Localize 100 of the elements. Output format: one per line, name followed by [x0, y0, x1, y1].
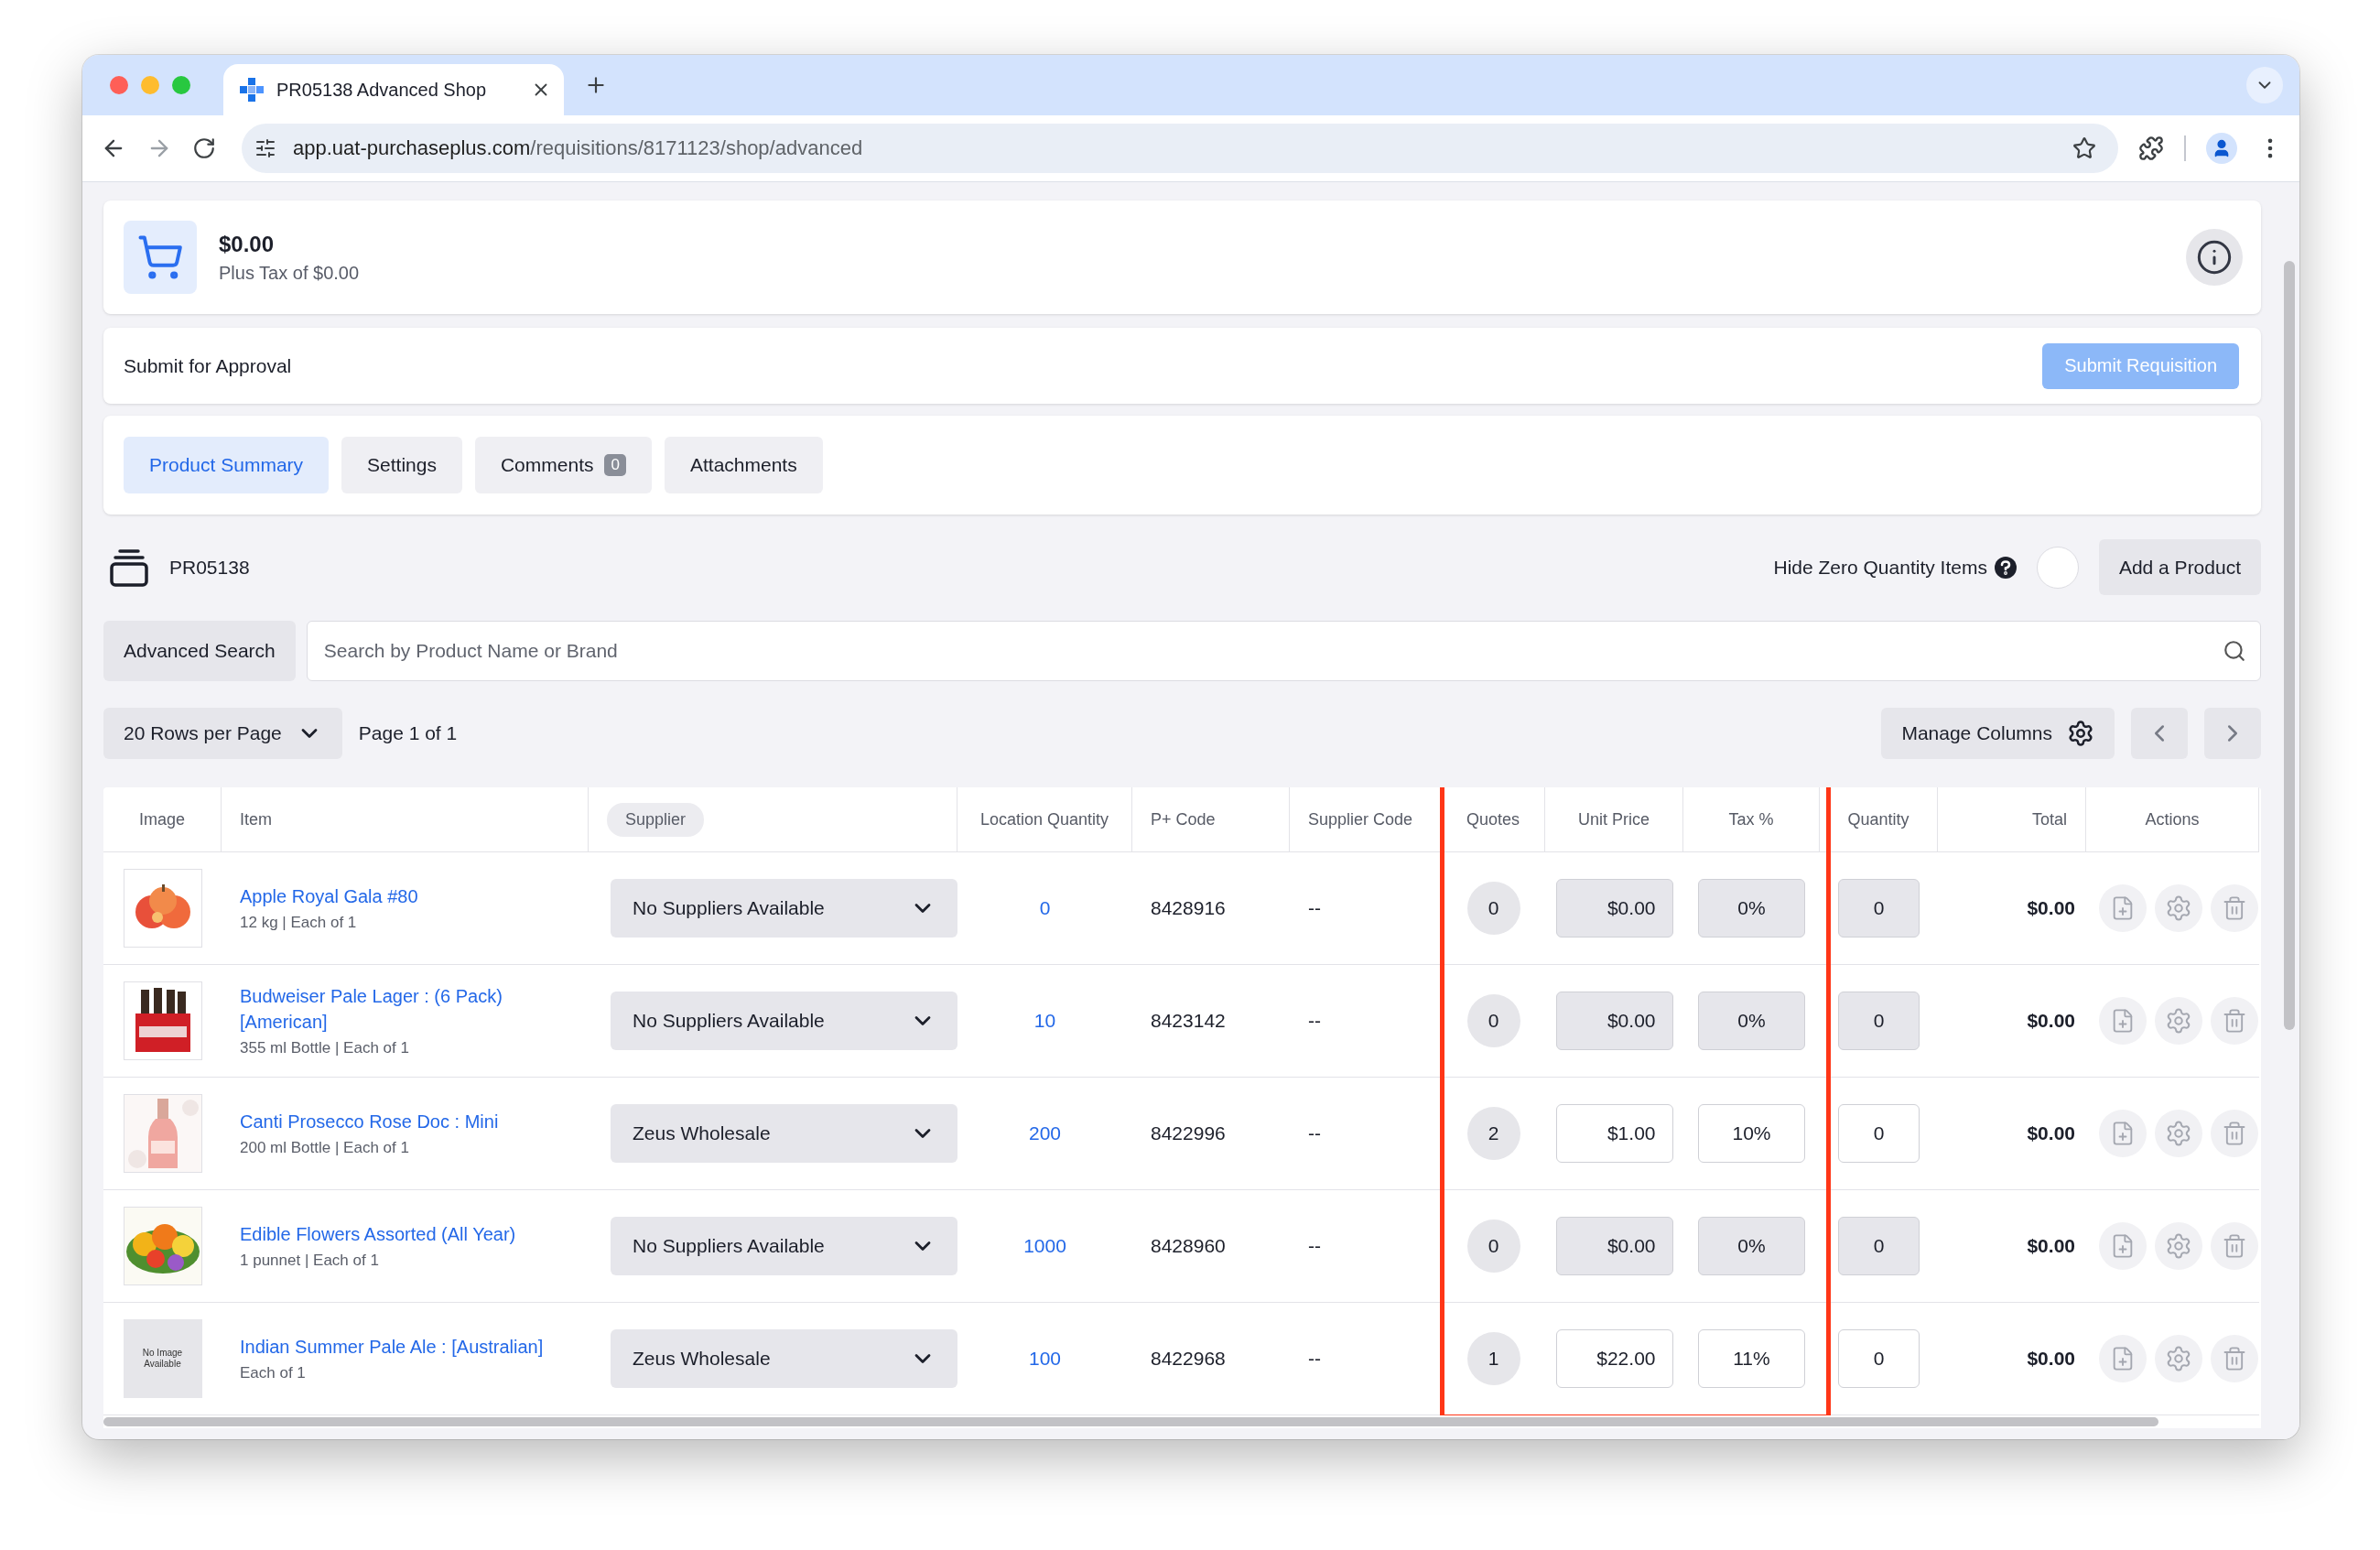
- requisition-number: PR05138: [169, 556, 250, 579]
- tab[interactable]: Settings: [341, 437, 462, 493]
- quotes-count[interactable]: 2: [1466, 1107, 1520, 1160]
- column-header: Image: [139, 809, 185, 829]
- column-header: Tax %: [1728, 809, 1774, 829]
- add-file-button[interactable]: [2099, 1110, 2147, 1157]
- quantity-field[interactable]: 0: [1838, 1104, 1920, 1163]
- settings-button[interactable]: [2155, 1222, 2202, 1270]
- approval-label: Submit for Approval: [124, 354, 292, 377]
- p-code: 8428916: [1151, 897, 1226, 919]
- quotes-count[interactable]: 1: [1466, 1332, 1520, 1385]
- line-total: $0.00: [2027, 897, 2075, 919]
- settings-button[interactable]: [2155, 1335, 2202, 1382]
- column-header: P+ Code: [1151, 809, 1216, 829]
- minimize-window-button[interactable]: [141, 76, 159, 94]
- cart-total: $0.00: [219, 231, 276, 257]
- location-quantity-link[interactable]: 100: [1028, 1348, 1061, 1370]
- product-detail: Each of 1: [240, 1363, 307, 1382]
- maximize-window-button[interactable]: [172, 76, 190, 94]
- browser-tab[interactable]: PR05138 Advanced Shop: [223, 64, 564, 115]
- settings-icon: [2165, 894, 2192, 922]
- add-file-button[interactable]: [2099, 1335, 2147, 1382]
- supplier-dropdown[interactable]: Zeus Wholesale: [611, 1104, 957, 1163]
- settings-icon: [2165, 1120, 2192, 1147]
- line-total: $0.00: [2027, 1122, 2075, 1144]
- supplier-code: --: [1308, 1348, 1321, 1370]
- search-icon: [2223, 639, 2246, 663]
- product-link[interactable]: Canti Prosecco Rose Doc : Mini: [240, 1110, 499, 1135]
- tab[interactable]: Comments 0: [474, 437, 652, 493]
- tab[interactable]: Product Summary: [124, 437, 330, 493]
- supplier-code: --: [1308, 1010, 1321, 1032]
- close-window-button[interactable]: [110, 76, 128, 94]
- add-product-button[interactable]: Add a Product: [2098, 539, 2261, 595]
- product-detail: 1 punnet | Each of 1: [240, 1251, 380, 1270]
- stack-icon: [109, 547, 149, 588]
- trash-icon: [2222, 895, 2247, 921]
- advanced-search-button[interactable]: Advanced Search: [103, 621, 296, 681]
- product-link[interactable]: Indian Summer Pale Ale : [Australian]: [240, 1335, 544, 1360]
- settings-button[interactable]: [2155, 997, 2202, 1045]
- tab[interactable]: Attachments: [664, 437, 823, 493]
- add-file-button[interactable]: [2099, 997, 2147, 1045]
- supplier-code: --: [1308, 1235, 1321, 1257]
- rows-per-page-dropdown[interactable]: 20 Rows per Page: [103, 708, 342, 759]
- tab-title: PR05138 Advanced Shop: [276, 79, 488, 101]
- column-header: Quotes: [1466, 809, 1520, 829]
- search-field[interactable]: Search by Product Name or Brand: [306, 621, 2261, 681]
- settings-button[interactable]: [2155, 884, 2202, 932]
- add-file-button[interactable]: [2099, 1222, 2147, 1270]
- column-header: Item: [240, 809, 272, 829]
- settings-icon: [2165, 1007, 2192, 1035]
- next-page-button[interactable]: [2204, 708, 2261, 759]
- url-text: app.uat-purchaseplus.com/requisitions/8171123/shop/advanced: [293, 136, 864, 160]
- reload-icon[interactable]: [192, 136, 216, 160]
- trash-icon: [2222, 1346, 2247, 1371]
- trash-icon: [2222, 1233, 2247, 1259]
- supplier-code: --: [1308, 1122, 1321, 1144]
- extensions-icon[interactable]: [2138, 135, 2164, 161]
- unit-price-field[interactable]: $1.00: [1555, 1104, 1673, 1163]
- vertical-scrollbar[interactable]: [2279, 182, 2299, 1439]
- quantity-field[interactable]: 0: [1838, 1329, 1920, 1388]
- p-code: 8428960: [1151, 1235, 1226, 1257]
- delete-button[interactable]: [2211, 1110, 2258, 1157]
- p-code: 8422968: [1151, 1348, 1226, 1370]
- product-detail: 12 kg | Each of 1: [240, 913, 358, 932]
- p-code: 8422996: [1151, 1122, 1226, 1144]
- address-bar[interactable]: app.uat-purchaseplus.com/requisitions/8171123/shop/advanced: [242, 124, 2118, 173]
- horizontal-scrollbar[interactable]: [103, 1415, 2261, 1428]
- line-total: $0.00: [2027, 1010, 2075, 1032]
- column-header: Quantity: [1847, 809, 1909, 829]
- product-detail: 355 ml Bottle | Each of 1: [240, 1038, 410, 1057]
- tab-list-icon[interactable]: [2246, 67, 2283, 103]
- location-quantity-link[interactable]: 200: [1028, 1122, 1061, 1144]
- previous-page-button[interactable]: [2131, 708, 2188, 759]
- supplier-dropdown[interactable]: Zeus Wholesale: [611, 1329, 957, 1388]
- page-indicator: Page 1 of 1: [358, 722, 458, 744]
- delete-button[interactable]: [2211, 884, 2258, 932]
- column-header[interactable]: Supplier: [607, 802, 705, 837]
- delete-button[interactable]: [2211, 1335, 2258, 1382]
- profile-icon[interactable]: [2206, 133, 2237, 164]
- product-detail: 200 ml Bottle | Each of 1: [240, 1138, 410, 1157]
- column-header: Unit Price: [1578, 809, 1650, 829]
- settings-button[interactable]: [2155, 1110, 2202, 1157]
- manage-columns-button[interactable]: Manage Columns: [1881, 708, 2115, 759]
- trash-icon: [2222, 1008, 2247, 1034]
- bookmark-star-icon[interactable]: [2072, 136, 2096, 160]
- cart-icon: [124, 221, 197, 294]
- site-settings-icon[interactable]: [254, 137, 276, 159]
- line-total: $0.00: [2027, 1348, 2075, 1370]
- tax-field[interactable]: 11%: [1698, 1329, 1805, 1388]
- delete-button[interactable]: [2211, 1222, 2258, 1270]
- help-icon[interactable]: [1994, 556, 2017, 579]
- settings-icon: [2165, 1345, 2192, 1372]
- tax-field[interactable]: 10%: [1698, 1104, 1805, 1163]
- column-header: Location Quantity: [979, 809, 1109, 829]
- settings-icon: [2165, 1232, 2192, 1260]
- add-file-button[interactable]: [2099, 884, 2147, 932]
- unit-price-field[interactable]: $22.00: [1555, 1329, 1673, 1388]
- column-header: Actions: [2145, 809, 2200, 829]
- supplier-code: --: [1308, 897, 1321, 919]
- delete-button[interactable]: [2211, 997, 2258, 1045]
